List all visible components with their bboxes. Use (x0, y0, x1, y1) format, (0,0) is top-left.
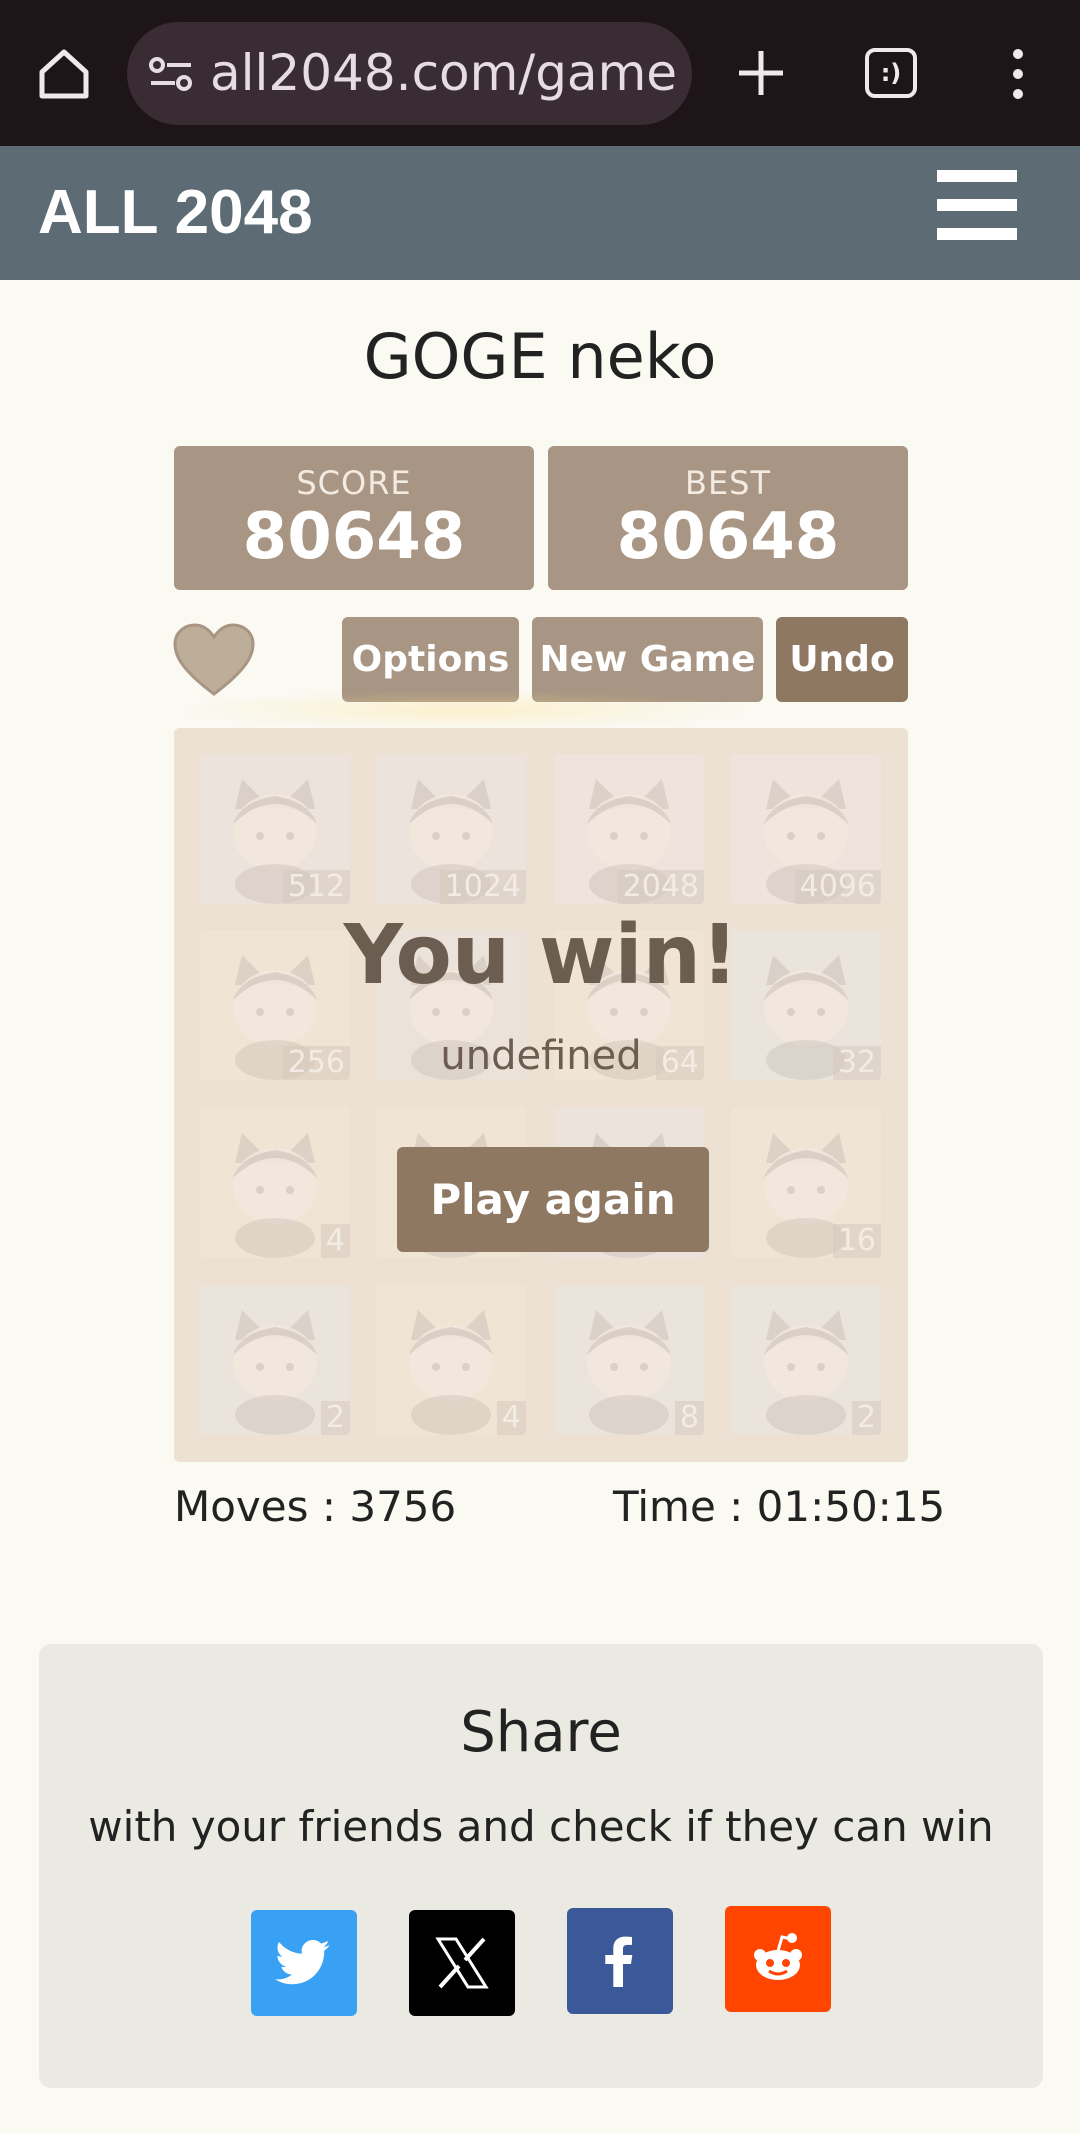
more-menu-icon[interactable] (1000, 48, 1036, 100)
url-text: all2048.com/game (210, 44, 678, 102)
undo-button[interactable]: Undo (776, 617, 908, 702)
share-twitter-button[interactable] (251, 1910, 357, 2016)
time-counter: Time : 01:50:15 (613, 1482, 946, 1531)
board-glow (174, 690, 754, 730)
site-logo[interactable]: ALL 2048 (38, 146, 313, 280)
play-again-button[interactable]: Play again (397, 1147, 709, 1252)
reddit-icon (754, 1933, 802, 1980)
share-title: Share (460, 1700, 622, 1765)
share-reddit-button[interactable] (725, 1906, 831, 2012)
score-box: SCORE 80648 (174, 446, 534, 590)
score-value: 80648 (242, 500, 466, 574)
share-subtitle: with your friends and check if they can … (88, 1802, 994, 1851)
home-icon[interactable] (36, 46, 92, 102)
site-header: ALL 2048 (0, 146, 1080, 280)
win-overlay: You win! undefined Play again (174, 728, 908, 1462)
address-bar[interactable]: all2048.com/game (127, 22, 692, 125)
x-logo-icon (435, 1937, 489, 1989)
share-x-button[interactable] (409, 1910, 515, 2016)
facebook-icon (605, 1936, 633, 1987)
game-title: GOGE neko (363, 320, 717, 393)
favorite-heart-icon[interactable] (172, 622, 256, 698)
twitter-bird-icon (275, 1940, 330, 1985)
share-panel: Share with your friends and check if the… (39, 1644, 1043, 2088)
best-value: 80648 (616, 500, 840, 574)
hamburger-menu-icon[interactable] (937, 170, 1017, 240)
win-message: You win! (343, 908, 739, 1003)
score-label: SCORE (296, 464, 412, 502)
share-facebook-button[interactable] (567, 1908, 673, 2014)
win-subtext: undefined (440, 1033, 642, 1079)
tab-switcher-icon[interactable]: :) (865, 48, 917, 98)
best-label: BEST (684, 464, 772, 502)
site-settings-icon[interactable] (149, 56, 193, 92)
best-box: BEST 80648 (548, 446, 908, 590)
browser-toolbar: all2048.com/game :) (0, 0, 1080, 146)
game-board[interactable]: 51210242048409625664324162482 You win! u… (174, 728, 908, 1462)
moves-counter: Moves : 3756 (174, 1482, 457, 1531)
new-tab-icon[interactable] (735, 47, 787, 99)
